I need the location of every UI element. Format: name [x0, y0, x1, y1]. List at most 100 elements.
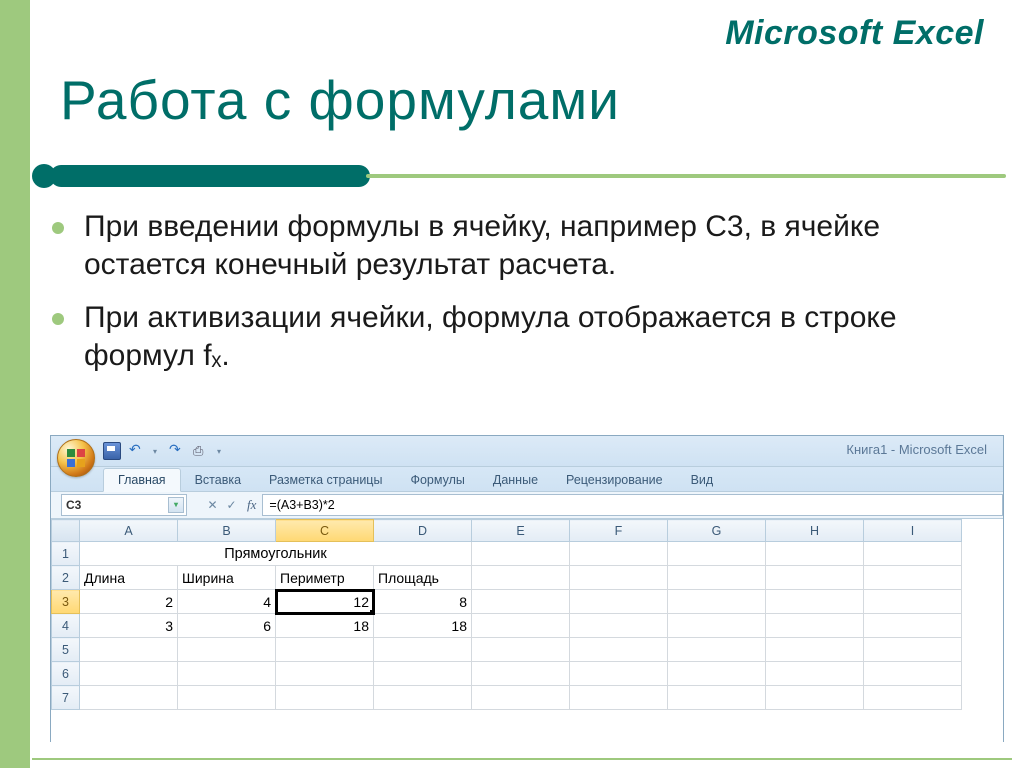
ribbon-tab-insert[interactable]: Вставка: [181, 469, 255, 491]
col-header[interactable]: A: [80, 520, 178, 542]
tab-label: Главная: [118, 473, 166, 487]
fx-icon[interactable]: fx: [247, 497, 256, 513]
col-header[interactable]: D: [374, 520, 472, 542]
cell[interactable]: [472, 542, 570, 566]
ribbon-tab-review[interactable]: Рецензирование: [552, 469, 677, 491]
cell[interactable]: [766, 566, 864, 590]
cell[interactable]: [374, 686, 472, 710]
cell[interactable]: [864, 662, 962, 686]
row-header[interactable]: 3: [52, 590, 80, 614]
cell[interactable]: [178, 638, 276, 662]
ribbon-tab-data[interactable]: Данные: [479, 469, 552, 491]
name-box-dropdown-icon[interactable]: ▾: [168, 497, 184, 513]
cell[interactable]: [276, 662, 374, 686]
worksheet-grid[interactable]: A B C D E F G H I 1 Прямоугольник: [51, 519, 1003, 744]
undo-dropdown-icon[interactable]: [153, 443, 161, 459]
col-header[interactable]: C: [276, 520, 374, 542]
row-header[interactable]: 2: [52, 566, 80, 590]
cell[interactable]: [570, 542, 668, 566]
cell[interactable]: [178, 662, 276, 686]
cell[interactable]: [864, 542, 962, 566]
cell[interactable]: 18: [276, 614, 374, 638]
col-header[interactable]: B: [178, 520, 276, 542]
cell[interactable]: [864, 638, 962, 662]
cell[interactable]: [570, 638, 668, 662]
cell[interactable]: [472, 638, 570, 662]
cell[interactable]: [80, 638, 178, 662]
cell[interactable]: 6: [178, 614, 276, 638]
cell[interactable]: [472, 686, 570, 710]
name-box[interactable]: C3 ▾: [61, 494, 187, 516]
ribbon-tab-layout[interactable]: Разметка страницы: [255, 469, 396, 491]
row-header[interactable]: 7: [52, 686, 80, 710]
cell[interactable]: [570, 686, 668, 710]
cell[interactable]: [668, 662, 766, 686]
redo-icon[interactable]: [169, 443, 185, 459]
col-header[interactable]: I: [864, 520, 962, 542]
cell[interactable]: [766, 662, 864, 686]
qat-customize-icon[interactable]: [217, 443, 225, 459]
cell[interactable]: [864, 590, 962, 614]
cell[interactable]: [668, 566, 766, 590]
cell[interactable]: Периметр: [276, 566, 374, 590]
row-header[interactable]: 4: [52, 614, 80, 638]
cell[interactable]: [570, 566, 668, 590]
cell[interactable]: [80, 662, 178, 686]
cancel-icon[interactable]: ✕: [205, 498, 220, 513]
cell[interactable]: [766, 590, 864, 614]
cell[interactable]: [80, 686, 178, 710]
cell[interactable]: Площадь: [374, 566, 472, 590]
cell[interactable]: [864, 566, 962, 590]
select-all-corner[interactable]: [52, 520, 80, 542]
formula-input[interactable]: =(A3+B3)*2: [262, 494, 1003, 516]
cell[interactable]: Длина: [80, 566, 178, 590]
cell[interactable]: [766, 542, 864, 566]
cell[interactable]: [276, 638, 374, 662]
cell[interactable]: [766, 638, 864, 662]
cell[interactable]: [472, 662, 570, 686]
cell[interactable]: [276, 686, 374, 710]
enter-icon[interactable]: ✓: [224, 498, 239, 513]
cell[interactable]: 2: [80, 590, 178, 614]
col-header[interactable]: F: [570, 520, 668, 542]
save-icon[interactable]: [103, 442, 121, 460]
cell[interactable]: [374, 662, 472, 686]
bullet-list: При введении формулы в ячейку, например …: [48, 208, 994, 376]
cell[interactable]: [668, 686, 766, 710]
cell[interactable]: 4: [178, 590, 276, 614]
cell[interactable]: [374, 638, 472, 662]
cell[interactable]: [766, 614, 864, 638]
cell[interactable]: [472, 614, 570, 638]
ribbon-tab-home[interactable]: Главная: [103, 468, 181, 492]
undo-icon[interactable]: [129, 443, 145, 459]
cell[interactable]: [472, 590, 570, 614]
cell[interactable]: [864, 686, 962, 710]
active-cell[interactable]: 12: [276, 590, 374, 614]
col-header[interactable]: G: [668, 520, 766, 542]
ribbon-tab-formulas[interactable]: Формулы: [396, 469, 478, 491]
cell[interactable]: Ширина: [178, 566, 276, 590]
quick-print-icon[interactable]: [193, 443, 209, 459]
cell[interactable]: [668, 638, 766, 662]
cell[interactable]: [668, 614, 766, 638]
cell[interactable]: [570, 614, 668, 638]
office-button[interactable]: [57, 439, 95, 477]
col-header[interactable]: E: [472, 520, 570, 542]
cell[interactable]: [570, 662, 668, 686]
cell[interactable]: 3: [80, 614, 178, 638]
cell[interactable]: [570, 590, 668, 614]
cell[interactable]: 18: [374, 614, 472, 638]
cell[interactable]: [668, 542, 766, 566]
col-header[interactable]: H: [766, 520, 864, 542]
row-header[interactable]: 1: [52, 542, 80, 566]
ribbon-tab-view[interactable]: Вид: [677, 469, 728, 491]
cell[interactable]: [668, 590, 766, 614]
row-header[interactable]: 6: [52, 662, 80, 686]
cell[interactable]: [178, 686, 276, 710]
row-header[interactable]: 5: [52, 638, 80, 662]
cell[interactable]: [472, 566, 570, 590]
cell[interactable]: 8: [374, 590, 472, 614]
cell[interactable]: [766, 686, 864, 710]
cell[interactable]: [864, 614, 962, 638]
merged-title-cell[interactable]: Прямоугольник: [80, 542, 472, 566]
